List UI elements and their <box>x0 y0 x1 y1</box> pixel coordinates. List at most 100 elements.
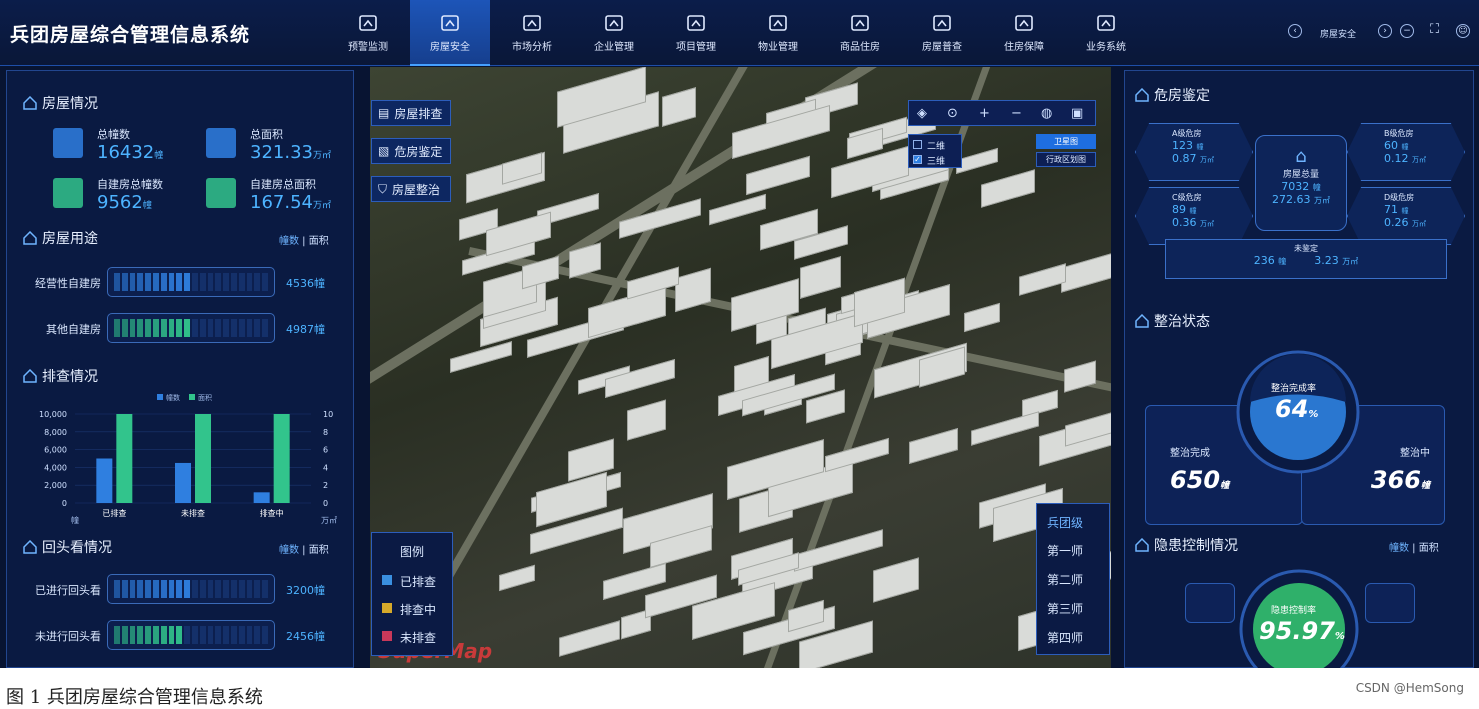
user-icon[interactable]: ☺ <box>1456 24 1470 38</box>
building <box>800 256 841 299</box>
nav-item-9[interactable]: 业务系统 <box>1066 0 1146 66</box>
unassessed-label: 未鉴定 <box>1294 244 1318 253</box>
nav-item-6[interactable]: 商品住房 <box>820 0 900 66</box>
bar-segment <box>230 319 237 337</box>
bar-segment <box>184 319 190 337</box>
division-item[interactable]: 第一师 <box>1047 542 1083 559</box>
grade-label: A级危房 <box>1172 129 1202 138</box>
city-3d-map[interactable]: SuperMap <box>370 67 1111 668</box>
legend-title: 图例 <box>400 545 425 559</box>
building <box>825 437 890 473</box>
legend-swatch <box>382 603 392 613</box>
house-icon <box>23 369 37 383</box>
nav-item-3[interactable]: 企业管理 <box>574 0 654 66</box>
minimize-button[interactable]: − <box>1400 24 1414 38</box>
bar-segment <box>129 319 136 337</box>
prev-button[interactable]: ‹ <box>1288 24 1302 38</box>
stat-label: 总面积 <box>250 128 283 141</box>
nav-label: 市场分析 <box>512 42 552 53</box>
legend-swatch-count <box>157 394 163 400</box>
zoom-out-icon[interactable]: − <box>1011 106 1022 121</box>
bar-segment <box>246 580 253 598</box>
nav-item-0[interactable]: 预警监测 <box>328 0 408 66</box>
danger-grade-card: B级危房 60 幢 0.12 万㎡ <box>1347 123 1465 181</box>
label-2d: 二维 <box>927 142 946 152</box>
bar-label: 经营性自建房 <box>35 277 101 290</box>
globe-icon[interactable]: ◍ <box>1041 106 1052 121</box>
bar-segment <box>121 626 128 644</box>
legend-label-count: 幢数 <box>166 393 180 402</box>
bar-track <box>107 313 275 343</box>
hazard-toggle[interactable]: 幢数 | 面积 <box>1389 539 1439 554</box>
legend-swatch <box>382 575 392 585</box>
map-frame-icon[interactable]: ▣ <box>1071 106 1083 121</box>
division-item[interactable]: 第四师 <box>1047 629 1083 646</box>
bar-segment <box>129 580 136 598</box>
checkbox-2d[interactable] <box>913 140 922 149</box>
bar-segment <box>199 273 206 291</box>
layers-icon[interactable]: ◈ <box>917 106 927 121</box>
fullscreen-icon[interactable]: ⛶ <box>1430 22 1439 37</box>
checkbox-3d[interactable]: ✓ <box>913 155 922 164</box>
division-item[interactable]: 第二师 <box>1047 571 1083 588</box>
total-label: 房屋总量 <box>1282 170 1319 180</box>
side-button-1[interactable]: ▧ 危房鉴定 <box>371 138 451 164</box>
shield-icon: ⛉ <box>378 181 388 196</box>
house-search-icon <box>933 15 951 31</box>
side-button-label: 房屋排查 <box>394 106 443 121</box>
guarantee-icon <box>1015 15 1033 31</box>
bar-segment <box>160 580 167 598</box>
usage-toggle[interactable]: 幢数 | 面积 <box>279 232 329 247</box>
nav-item-8[interactable]: 住房保障 <box>984 0 1064 66</box>
map-type-switch: 卫星图 行政区划图 <box>1036 134 1096 168</box>
grade-label: C级危房 <box>1172 193 1202 202</box>
grade-count: 89 <box>1172 203 1186 216</box>
division-item[interactable]: 第三师 <box>1047 600 1083 617</box>
building <box>1061 250 1111 293</box>
doing-label: 整治中 <box>1400 448 1430 459</box>
bar-segment <box>145 319 151 337</box>
danger-grade-card: C级危房 89 幢 0.36 万㎡ <box>1135 187 1253 245</box>
assess-icon: ▧ <box>378 144 390 158</box>
nav-item-1[interactable]: 房屋安全 <box>410 0 490 66</box>
zoom-in-icon[interactable]: + <box>979 106 990 121</box>
bar-label: 已进行回头看 <box>35 584 101 597</box>
nav-item-2[interactable]: 市场分析 <box>492 0 572 66</box>
nav-item-5[interactable]: 物业管理 <box>738 0 818 66</box>
side-button-0[interactable]: ▤ 房屋排查 <box>371 100 451 126</box>
locate-icon[interactable]: ⊙ <box>947 106 958 121</box>
y2-tick: 4 <box>323 463 328 472</box>
legend-label: 已排查 <box>400 575 437 589</box>
danger-title: 危房鉴定 <box>1135 85 1210 105</box>
bar-segment <box>191 580 198 598</box>
bar-segment <box>152 626 159 644</box>
map-type-admin[interactable]: 行政区划图 <box>1036 152 1096 167</box>
home-icon <box>851 15 869 31</box>
map-type-satellite[interactable]: 卫星图 <box>1036 134 1096 149</box>
stat-value: 16432幢 <box>97 142 164 163</box>
list-icon: ▤ <box>378 106 390 120</box>
bar-segment <box>254 273 261 291</box>
house-total-card: ⌂ 房屋总量 7032 幢 272.63 万㎡ <box>1255 135 1347 231</box>
division-level[interactable]: 兵团级 <box>1047 514 1083 531</box>
nav-item-4[interactable]: 项目管理 <box>656 0 736 66</box>
building <box>675 267 711 313</box>
next-button[interactable]: › <box>1378 24 1392 38</box>
document-icon <box>687 15 705 31</box>
usage-title: 房屋用途 <box>23 228 98 248</box>
unassessed-values: 236 幢 3.23 万㎡ <box>1253 254 1359 267</box>
stat-value: 321.33万㎡ <box>250 142 331 163</box>
left-panel: 房屋情况 总幢数 16432幢 总面积 321.33万㎡ 自建房总幢数 9562幢 自建房总… <box>6 70 354 668</box>
side-button-2[interactable]: ⛉ 房屋整治 <box>371 176 451 202</box>
bar-segment <box>215 319 222 337</box>
building <box>1018 263 1066 297</box>
bar-segment <box>114 273 120 291</box>
nav-item-7[interactable]: 房屋普查 <box>902 0 982 66</box>
bar-segment <box>168 273 175 291</box>
revisit-toggle[interactable]: 幢数 | 面积 <box>279 541 329 556</box>
survey-bar-chart: 幢数 面积10,0008,0006,0004,0002,00001086420幢万… <box>39 393 337 525</box>
bar-count <box>96 458 113 503</box>
done-label: 整治完成 <box>1170 448 1210 459</box>
layers-icon <box>605 15 623 31</box>
bar-value: 3200幢 <box>286 584 325 597</box>
